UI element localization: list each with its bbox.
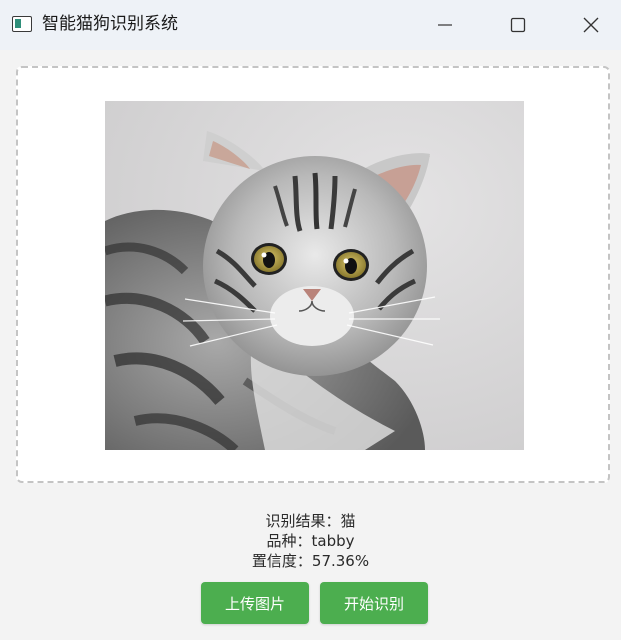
result-value: 猫 [340, 512, 356, 530]
window-title: 智能猫狗识别系统 [42, 14, 178, 34]
result-label: 识别结果： [265, 512, 341, 530]
breed-row: 品种：tabby [0, 531, 621, 551]
close-icon [583, 17, 599, 33]
image-drop-zone[interactable] [16, 66, 610, 483]
confidence-label: 置信度： [251, 552, 312, 570]
result-row: 识别结果：猫 [0, 511, 621, 531]
breed-value: tabby [311, 532, 355, 550]
maximize-icon [510, 17, 526, 33]
recognition-results: 识别结果：猫 品种：tabby 置信度：57.36% [0, 511, 621, 571]
close-button[interactable] [568, 0, 614, 50]
minimize-icon [438, 24, 452, 26]
title-bar[interactable]: 智能猫狗识别系统 [0, 0, 621, 50]
maximize-button[interactable] [495, 0, 541, 50]
uploaded-cat-image [105, 101, 524, 450]
app-window: 智能猫狗识别系统 识别结果：猫 品种：tabby 置信度：57.36% 上传图片… [0, 0, 621, 640]
confidence-row: 置信度：57.36% [0, 551, 621, 571]
app-window-icon [12, 16, 32, 32]
start-recognition-button[interactable]: 开始识别 [320, 582, 428, 624]
confidence-value: 57.36% [311, 552, 370, 570]
upload-image-button[interactable]: 上传图片 [201, 582, 309, 624]
minimize-button[interactable] [422, 0, 468, 50]
breed-label: 品种： [266, 532, 312, 550]
